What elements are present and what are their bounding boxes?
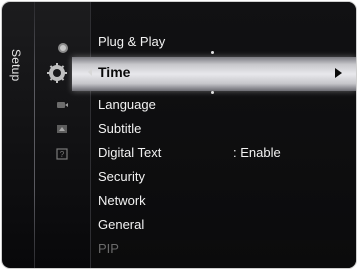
menu-item-security[interactable]: Security	[98, 169, 145, 184]
menu-category-label: Setup	[9, 49, 23, 82]
support-help-icon[interactable]: ?	[56, 148, 68, 160]
tv-menu-frame: Setup ? Plug & Play Time Language Subtit…	[2, 2, 356, 268]
scroll-down-indicator	[211, 91, 214, 94]
menu-item-network[interactable]: Network	[98, 193, 146, 208]
menu-item-subtitle[interactable]: Subtitle	[98, 121, 141, 136]
selected-right-arrow-icon	[335, 68, 342, 78]
menu-item-digital-text[interactable]: Digital Text	[98, 145, 161, 160]
selected-left-arrow-icon	[88, 68, 92, 76]
menu-item-plug-and-play[interactable]: Plug & Play	[98, 34, 165, 49]
svg-text:?: ?	[60, 150, 65, 159]
scroll-up-indicator	[211, 51, 214, 54]
digital-text-value: : Enable	[233, 145, 281, 160]
selected-item-label: Time	[98, 64, 131, 80]
application-icon[interactable]	[56, 123, 68, 135]
menu-item-language[interactable]: Language	[98, 97, 156, 112]
gear-settings-icon[interactable]	[46, 62, 68, 84]
divider	[34, 2, 35, 268]
menu-item-general[interactable]: General	[98, 217, 144, 232]
picture-icon[interactable]	[57, 42, 69, 54]
menu-item-pip: PIP	[98, 241, 119, 256]
input-source-icon[interactable]	[56, 99, 68, 111]
